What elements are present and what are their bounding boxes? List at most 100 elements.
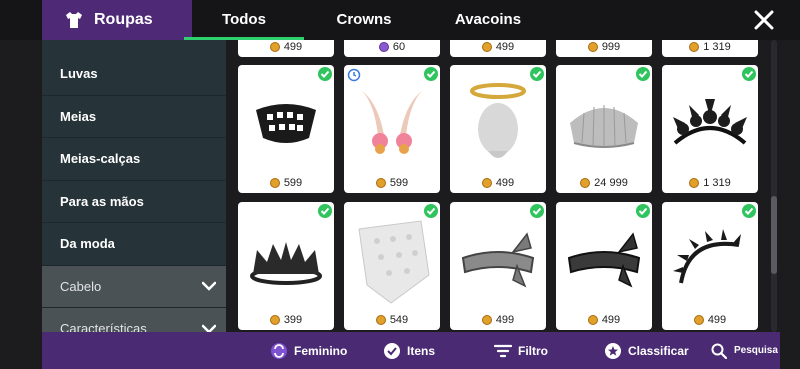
sidebar-section-caracteristicas[interactable]: Características	[42, 308, 226, 332]
sort-label: Classificar	[628, 343, 689, 358]
sort-button[interactable]: Classificar	[604, 332, 689, 369]
coin-icon	[269, 178, 280, 188]
item-card-partial[interactable]: 499	[238, 40, 334, 57]
item-card-bunny-ears[interactable]: 599	[344, 65, 440, 193]
gender-button[interactable]: Feminino	[270, 332, 347, 369]
halo-image	[456, 79, 540, 167]
item-price: 499	[450, 41, 546, 53]
tab-avacoins[interactable]: Avacoins	[438, 0, 538, 40]
item-price: 399	[238, 314, 334, 326]
coin-icon	[587, 315, 598, 325]
app-window: Roupas Todos Crowns Avacoins Luvas Meias…	[0, 0, 800, 369]
bottom-toolbar: Feminino Itens Filtro Classificar Pesqui…	[42, 332, 780, 369]
sidebar-item-meias-calcas[interactable]: Meias-calças	[42, 138, 226, 181]
item-price: 599	[238, 177, 334, 189]
check-circle-icon	[383, 342, 401, 360]
item-card-partial[interactable]: 1 319	[662, 40, 758, 57]
grey-headband-image	[456, 216, 540, 304]
chevron-down-icon	[202, 282, 216, 292]
sidebar-section-label: Características	[60, 321, 147, 332]
sidebar-section-cabelo[interactable]: Cabelo	[42, 265, 226, 308]
item-card-mask[interactable]: 599	[238, 65, 334, 193]
close-icon[interactable]	[752, 8, 776, 32]
coin-icon	[580, 178, 591, 188]
sidebar-item-label: Meias	[60, 108, 97, 124]
tab-crowns[interactable]: Crowns	[314, 0, 414, 40]
sidebar-item-meias[interactable]: Meias	[42, 96, 226, 138]
items-button[interactable]: Itens	[383, 332, 435, 369]
item-card-spiked-headband[interactable]: 499	[662, 202, 758, 330]
search-icon	[710, 342, 728, 360]
item-card-partial[interactable]: 999	[556, 40, 652, 57]
item-price: 24 999	[556, 177, 652, 189]
sidebar-item-label: Luvas	[60, 66, 98, 82]
item-price: 499	[662, 314, 758, 326]
filter-label: Filtro	[518, 343, 548, 358]
scrollbar-thumb[interactable]	[771, 196, 777, 274]
dark-flower-crown-image	[668, 79, 752, 167]
chevron-down-icon	[202, 324, 216, 332]
item-price: 999	[556, 41, 652, 53]
item-price: 499	[450, 314, 546, 326]
item-card-black-crown[interactable]: 399	[238, 202, 334, 330]
item-price: 1 319	[662, 41, 758, 53]
item-card-halo[interactable]: 499	[450, 65, 546, 193]
item-price: 499	[238, 41, 334, 53]
item-card-grey-headband[interactable]: 499	[450, 202, 546, 330]
coin-icon	[375, 178, 386, 188]
item-price: 499	[556, 314, 652, 326]
dark-headband-image	[562, 216, 646, 304]
item-price: 499	[450, 177, 546, 189]
item-price: 60	[344, 41, 440, 53]
sidebar-item-label: Para as mãos	[60, 193, 144, 209]
star-badge-icon	[604, 342, 622, 360]
white-bandana-image	[350, 216, 434, 304]
sidebar-section-label: Cabelo	[60, 278, 102, 294]
crown-coin-icon	[378, 42, 389, 52]
category-brand[interactable]: Roupas	[42, 0, 192, 40]
mask-image	[244, 79, 328, 167]
coin-icon	[689, 178, 700, 188]
grid-scrollbar[interactable]	[771, 40, 777, 332]
filter-icon	[494, 342, 512, 360]
coin-icon	[587, 42, 598, 52]
search-label: Pesquisa	[734, 345, 778, 356]
shirt-icon	[64, 10, 84, 30]
sidebar-item-label: Da moda	[60, 236, 115, 252]
coin-icon	[693, 315, 704, 325]
item-card-white-bandana[interactable]: 549	[344, 202, 440, 330]
sidebar: Luvas Meias Meias-calças Para as mãos Da…	[42, 40, 226, 332]
sidebar-item-da-moda[interactable]: Da moda	[42, 223, 226, 266]
item-grid: 499 60 499 999 1 319 599 599 499 24 999 …	[226, 40, 766, 332]
tab-todos[interactable]: Todos	[184, 0, 304, 40]
sidebar-item-luvas[interactable]: Luvas	[42, 53, 226, 96]
coin-icon	[481, 315, 492, 325]
item-card-dark-headband[interactable]: 499	[556, 202, 652, 330]
spiked-headband-image	[668, 216, 752, 304]
bunny-ears-image	[350, 79, 434, 167]
item-card-partial[interactable]: 60	[344, 40, 440, 57]
filter-button[interactable]: Filtro	[494, 332, 548, 369]
search-button[interactable]: Pesquisa	[710, 332, 778, 369]
brand-label: Roupas	[94, 11, 153, 28]
item-card-partial[interactable]: 499	[450, 40, 546, 57]
gender-label: Feminino	[294, 343, 348, 358]
coin-icon	[269, 315, 280, 325]
chef-hat-image	[562, 79, 646, 167]
black-crown-image	[244, 216, 328, 304]
gender-swap-icon	[270, 342, 288, 360]
item-price: 599	[344, 177, 440, 189]
item-price: 1 319	[662, 177, 758, 189]
sidebar-item-label: Meias-calças	[60, 151, 141, 167]
items-label: Itens	[407, 343, 436, 358]
coin-icon	[481, 42, 492, 52]
coin-icon	[481, 178, 492, 188]
header-bar: Roupas Todos Crowns Avacoins	[0, 0, 800, 40]
coin-icon	[269, 42, 280, 52]
item-price: 549	[344, 314, 440, 326]
item-card-chef-hat[interactable]: 24 999	[556, 65, 652, 193]
coin-icon	[375, 315, 386, 325]
sidebar-item-para-as-maos[interactable]: Para as mãos	[42, 181, 226, 223]
item-card-dark-flower-crown[interactable]: 1 319	[662, 65, 758, 193]
